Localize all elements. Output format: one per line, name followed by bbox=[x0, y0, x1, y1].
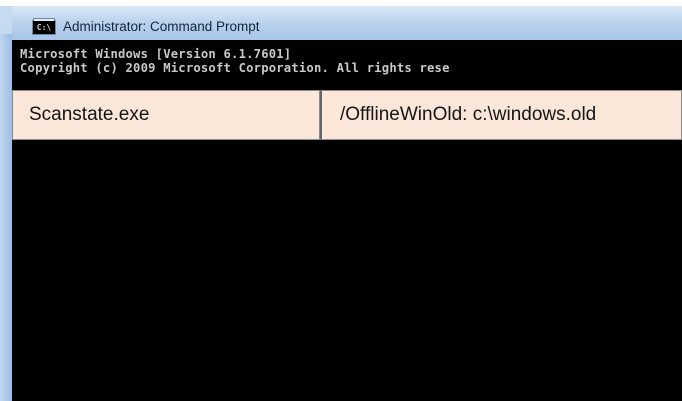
console-line-copyright: Copyright (c) 2009 Microsoft Corporation… bbox=[20, 61, 450, 75]
argument-cell: /OfflineWinOld: c:\windows.old bbox=[320, 90, 682, 140]
command-cell: Scanstate.exe bbox=[12, 90, 320, 140]
cmd-icon[interactable]: C:\ bbox=[32, 18, 56, 35]
window-title: Administrator: Command Prompt bbox=[63, 19, 260, 34]
window-left-border bbox=[0, 34, 12, 401]
console-line-version: Microsoft Windows [Version 6.1.7601] bbox=[20, 47, 292, 61]
title-bar[interactable]: C:\ Administrator: Command Prompt bbox=[12, 6, 682, 40]
